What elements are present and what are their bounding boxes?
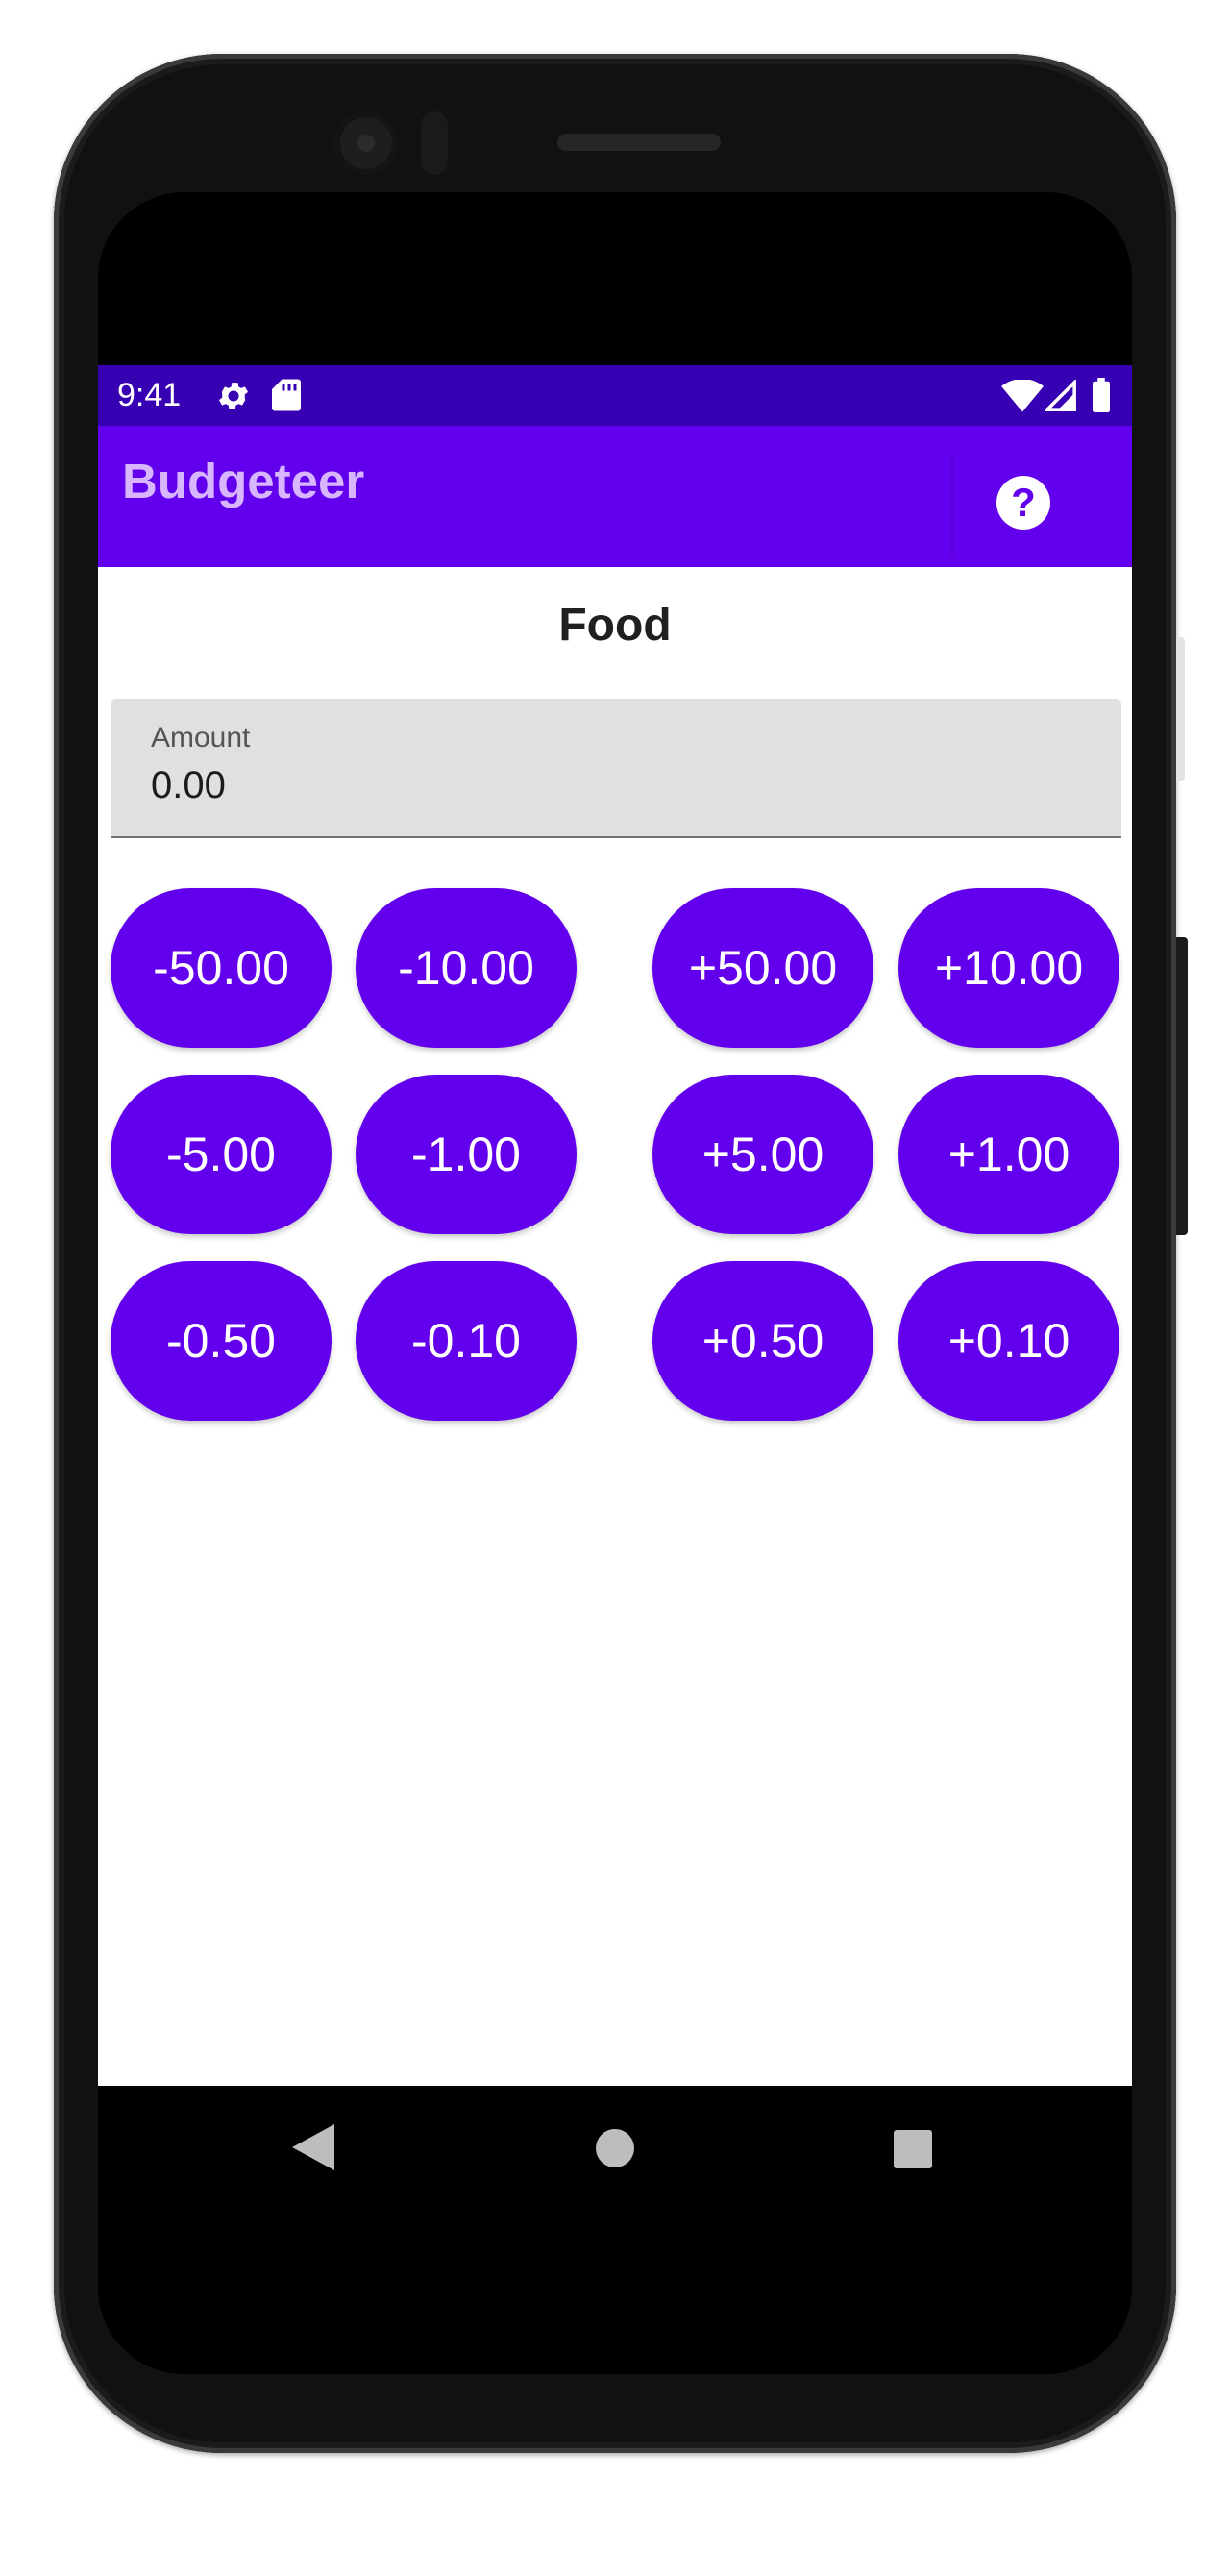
gear-icon — [218, 383, 249, 409]
signal-icon — [1045, 380, 1076, 411]
minus-5-button[interactable]: -5.00 — [111, 1075, 332, 1234]
plus-1-button[interactable]: +1.00 — [898, 1075, 1119, 1234]
amount-label: Amount — [151, 722, 251, 754]
minus-50-button[interactable]: -50.00 — [111, 888, 332, 1048]
side-button — [1176, 637, 1185, 781]
device-mockup: 9:41 Budgeteer ? Food Amount 0.00 -50.00… — [0, 0, 1230, 2576]
plus-0-10-button[interactable]: +0.10 — [898, 1261, 1119, 1421]
sd-card-icon — [272, 379, 301, 411]
wifi-icon — [1001, 380, 1044, 412]
nav-home-icon[interactable] — [596, 2129, 634, 2167]
proximity-sensor — [421, 111, 448, 175]
minus-0-10-button[interactable]: -0.10 — [356, 1261, 577, 1421]
minus-10-button[interactable]: -10.00 — [356, 888, 577, 1048]
status-time: 9:41 — [117, 377, 182, 413]
app-bar: Budgeteer ? — [98, 426, 1132, 567]
earpiece-speaker — [557, 134, 721, 151]
status-bar: 9:41 — [98, 365, 1132, 426]
nav-back-icon[interactable] — [292, 2124, 334, 2170]
plus-10-button[interactable]: +10.00 — [898, 888, 1119, 1048]
category-title: Food — [558, 600, 672, 651]
app-bar-divider — [951, 453, 953, 558]
phone-screen: 9:41 Budgeteer ? Food Amount 0.00 -50.00… — [98, 192, 1132, 2374]
plus-5-button[interactable]: +5.00 — [652, 1075, 873, 1234]
plus-0-50-button[interactable]: +0.50 — [652, 1261, 873, 1421]
help-icon: ? — [1011, 480, 1036, 525]
power-button — [1176, 937, 1188, 1235]
amount-field[interactable]: Amount 0.00 — [111, 699, 1121, 838]
nav-recents-icon[interactable] — [894, 2130, 932, 2168]
battery-icon — [1093, 378, 1110, 412]
plus-50-button[interactable]: +50.00 — [652, 888, 873, 1048]
navigation-bar — [98, 2086, 1132, 2374]
minus-1-button[interactable]: -1.00 — [356, 1075, 577, 1234]
help-button[interactable]: ? — [996, 476, 1050, 530]
main-content: Food Amount 0.00 -50.00 -10.00 +50.00 +1… — [98, 567, 1132, 2255]
minus-0-50-button[interactable]: -0.50 — [111, 1261, 332, 1421]
amount-input[interactable]: 0.00 — [151, 764, 226, 807]
app-title: Budgeteer — [122, 454, 365, 508]
front-camera — [334, 111, 398, 175]
